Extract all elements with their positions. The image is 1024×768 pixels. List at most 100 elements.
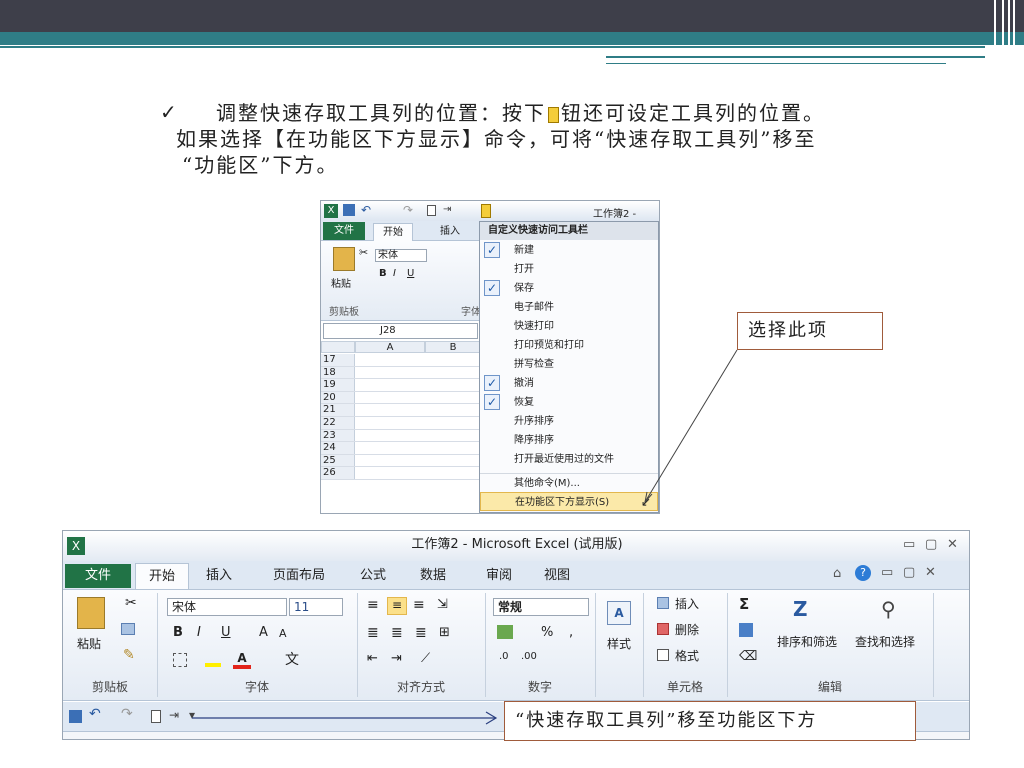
new-icon[interactable]: [427, 205, 436, 216]
align-center-icon[interactable]: ≣: [391, 625, 403, 641]
row-header[interactable]: 19: [321, 379, 355, 391]
grow-font-icon[interactable]: A: [259, 625, 268, 640]
borders-icon[interactable]: [173, 653, 187, 667]
minimize-icon[interactable]: ▭: [881, 565, 893, 580]
phonetic-icon[interactable]: 文: [285, 649, 299, 669]
paste-icon[interactable]: [77, 597, 105, 629]
sort-icon[interactable]: ⇥: [169, 708, 179, 722]
clear-icon[interactable]: ⌫: [739, 649, 757, 664]
increase-decimal-icon[interactable]: .0: [499, 651, 509, 662]
align-left-icon[interactable]: ≣: [367, 625, 379, 641]
help-icon[interactable]: ?: [855, 565, 871, 581]
small-tab-insert[interactable]: 插入: [433, 223, 467, 241]
collapse-ribbon-icon[interactable]: ⌂: [833, 566, 841, 581]
row-header[interactable]: 20: [321, 391, 355, 404]
underline-icon[interactable]: U: [221, 625, 231, 640]
format-cells-label[interactable]: 格式: [675, 647, 699, 664]
minimize-icon[interactable]: ▭: [903, 537, 915, 552]
decrease-decimal-icon[interactable]: .00: [521, 651, 537, 662]
row-header[interactable]: 26: [321, 467, 355, 479]
fill-color-icon[interactable]: [205, 653, 221, 667]
menu-item-show-below-ribbon[interactable]: 在功能区下方显示(S) ↙: [480, 492, 658, 511]
small-tab-file[interactable]: 文件: [323, 222, 365, 240]
format-cells-icon[interactable]: [657, 649, 669, 661]
menu-item-open[interactable]: 打开: [480, 260, 658, 279]
menu-item-spelling[interactable]: 拼写检查: [480, 355, 658, 374]
qat-customize-button[interactable]: ▾: [189, 708, 195, 722]
decrease-indent-icon[interactable]: ⇤: [367, 651, 378, 666]
menu-item-more-commands[interactable]: 其他命令(M)...: [480, 473, 658, 492]
align-bottom-icon[interactable]: ≡: [413, 597, 425, 613]
row-header[interactable]: 17: [321, 354, 355, 366]
row-header[interactable]: 25: [321, 454, 355, 467]
tab-view[interactable]: 视图: [537, 563, 577, 589]
menu-item-quick-print[interactable]: 快速打印: [480, 317, 658, 336]
bold-icon[interactable]: B: [379, 268, 387, 279]
restore-icon[interactable]: ▢: [903, 565, 915, 580]
font-color-icon[interactable]: A: [233, 651, 251, 669]
format-painter-icon[interactable]: ✎: [123, 647, 135, 663]
row-header[interactable]: 24: [321, 442, 355, 454]
increase-indent-icon[interactable]: ⇥: [391, 651, 402, 666]
bold-icon[interactable]: B: [173, 625, 183, 640]
paste-label[interactable]: 粘贴: [77, 635, 101, 652]
align-top-icon[interactable]: ≡: [367, 597, 379, 613]
sort-icon[interactable]: ⇥: [443, 204, 451, 215]
percent-icon[interactable]: %: [541, 625, 553, 640]
italic-icon[interactable]: I: [393, 268, 396, 279]
insert-cells-label[interactable]: 插入: [675, 595, 699, 612]
qat-customize-button[interactable]: [481, 204, 491, 218]
tab-home[interactable]: 开始: [135, 563, 189, 589]
align-right-icon[interactable]: ≣: [415, 625, 427, 641]
sort-filter-label[interactable]: 排序和筛选: [777, 633, 837, 650]
menu-item-new[interactable]: ✓ 新建: [480, 241, 658, 260]
tab-formulas[interactable]: 公式: [353, 563, 393, 589]
underline-icon[interactable]: U: [407, 268, 414, 279]
menu-item-sort-asc[interactable]: 升序排序: [480, 412, 658, 431]
tab-data[interactable]: 数据: [413, 563, 453, 589]
sort-filter-icon[interactable]: Z: [793, 597, 808, 621]
undo-icon[interactable]: ↶: [361, 203, 371, 217]
small-tab-home[interactable]: 开始: [373, 223, 413, 241]
column-header[interactable]: A: [355, 341, 425, 353]
font-name-box[interactable]: 宋体: [167, 598, 287, 616]
delete-cells-icon[interactable]: [657, 623, 669, 635]
row-header[interactable]: 22: [321, 417, 355, 429]
redo-icon[interactable]: ↷: [121, 706, 133, 722]
row-header[interactable]: 21: [321, 404, 355, 416]
new-icon[interactable]: [151, 710, 161, 723]
close-icon[interactable]: ✕: [925, 565, 936, 580]
menu-item-email[interactable]: 电子邮件: [480, 298, 658, 317]
align-middle-icon[interactable]: ≡: [387, 597, 407, 615]
menu-item-print-preview[interactable]: 打印预览和打印: [480, 336, 658, 355]
binoculars-icon[interactable]: ⚲: [881, 597, 896, 621]
comma-icon[interactable]: ,: [569, 625, 573, 640]
save-icon[interactable]: [343, 204, 355, 216]
delete-cells-label[interactable]: 删除: [675, 621, 699, 638]
undo-icon[interactable]: ↶: [89, 706, 101, 722]
shrink-font-icon[interactable]: A: [279, 627, 287, 640]
orientation-icon[interactable]: ⟋: [421, 651, 430, 666]
menu-item-undo[interactable]: ✓ 撤消: [480, 374, 658, 393]
find-select-label[interactable]: 查找和选择: [855, 633, 915, 650]
wrap-text-icon[interactable]: ⇲: [437, 597, 448, 612]
number-format-box[interactable]: 常规: [493, 598, 589, 616]
cut-icon[interactable]: ✂: [359, 246, 368, 259]
small-name-box[interactable]: J28: [323, 323, 478, 339]
tab-file[interactable]: 文件: [65, 564, 131, 588]
menu-item-sort-desc[interactable]: 降序排序: [480, 431, 658, 450]
menu-item-save[interactable]: ✓ 保存: [480, 279, 658, 298]
restore-icon[interactable]: ▢: [925, 537, 937, 552]
styles-icon[interactable]: A: [607, 601, 631, 625]
copy-icon[interactable]: [121, 623, 135, 635]
tab-insert[interactable]: 插入: [199, 563, 239, 589]
menu-item-redo[interactable]: ✓ 恢复: [480, 393, 658, 412]
tab-review[interactable]: 审阅: [479, 563, 519, 589]
currency-icon[interactable]: [497, 625, 513, 639]
save-icon[interactable]: [69, 710, 82, 723]
fill-icon[interactable]: [739, 623, 753, 637]
cut-icon[interactable]: ✂: [125, 595, 137, 611]
menu-item-recent-files[interactable]: 打开最近使用过的文件: [480, 450, 658, 469]
paste-icon[interactable]: [333, 247, 355, 271]
insert-cells-icon[interactable]: [657, 597, 669, 609]
